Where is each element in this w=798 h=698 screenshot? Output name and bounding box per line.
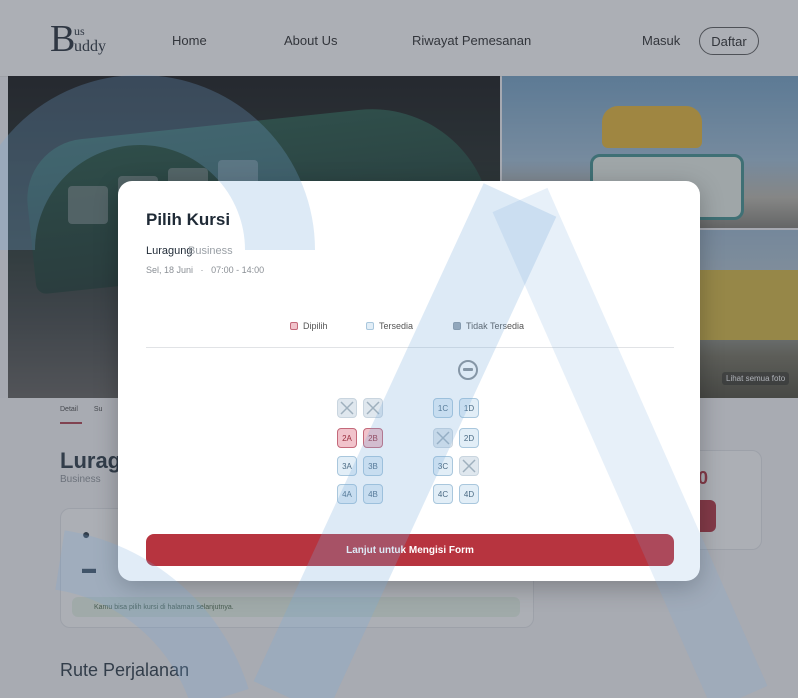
seat-3b[interactable]: 3B [363,456,383,476]
modal-class: Business [188,245,233,257]
seat-1c[interactable]: 1C [433,398,453,418]
legend-available: Tersedia [366,321,413,331]
modal-divider [146,347,674,348]
unavailable-x-icon [436,431,450,445]
unavailable-x-icon [340,401,354,415]
seat-2b[interactable]: 2B [363,428,383,448]
legend-selected-label: Dipilih [303,321,328,331]
legend-selected: Dipilih [290,321,328,331]
seat-3a[interactable]: 3A [337,456,357,476]
modal-datetime: Sel, 18 Juni · 07:00 - 14:00 [146,265,265,275]
seat-1d[interactable]: 1D [459,398,479,418]
modal-route: Luragung [146,245,193,257]
legend-unavailable: Tidak Tersedia [453,321,524,331]
legend-available-label: Tersedia [379,321,414,331]
seat-2a[interactable]: 2A [337,428,357,448]
modal-title: Pilih Kursi [146,210,231,229]
seat-unavailable [433,428,453,448]
modal-time: 07:00 - 14:00 [211,265,265,275]
seat-4c[interactable]: 4C [433,484,453,504]
seat-4a[interactable]: 4A [337,484,357,504]
modal-date: Sel, 18 Juni [146,265,194,275]
seat-4d[interactable]: 4D [459,484,479,504]
seat-unavailable [337,398,357,418]
seat-4b[interactable]: 4B [363,484,383,504]
legend-available-swatch [366,322,374,330]
seat-2d[interactable]: 2D [459,428,479,448]
legend-selected-swatch [290,322,298,330]
unavailable-x-icon [366,401,380,415]
seat-selection-modal [118,181,700,581]
legend-unavailable-swatch [453,322,461,330]
seat-3c[interactable]: 3C [433,456,453,476]
seat-unavailable [363,398,383,418]
legend-unavailable-label: Tidak Tersedia [466,321,525,331]
continue-button[interactable]: Lanjut untuk Mengisi Form [146,534,674,566]
unavailable-x-icon [462,459,476,473]
steering-wheel-icon [458,360,478,380]
seat-unavailable [459,456,479,476]
